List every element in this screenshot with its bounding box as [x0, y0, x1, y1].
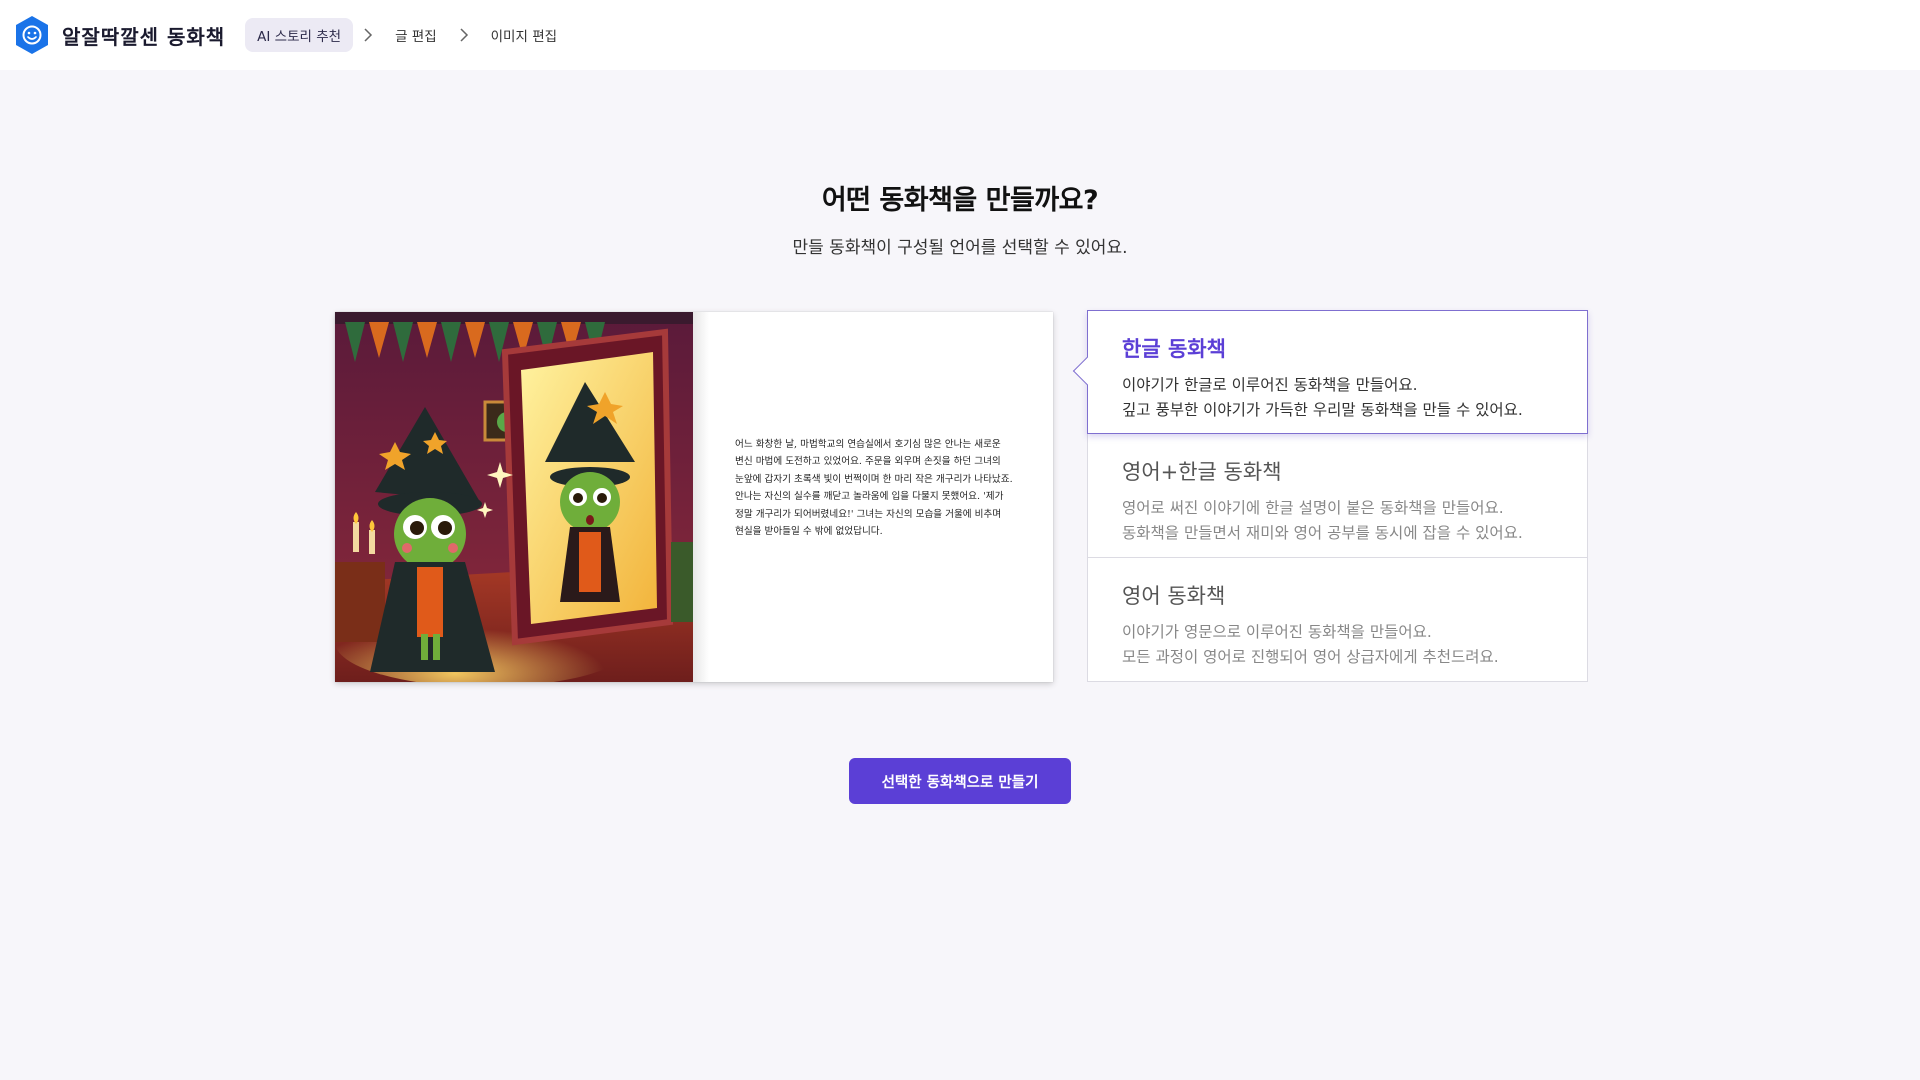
preview-text-page: 어느 화창한 날, 마법학교의 연습실에서 호기심 많은 안나는 새로운 변신 … [693, 312, 1053, 682]
book-preview: 어느 화창한 날, 마법학교의 연습실에서 호기심 많은 안나는 새로운 변신 … [335, 312, 1053, 682]
language-options: 한글 동화책 이야기가 한글로 이루어진 동화책을 만들어요. 깊고 풍부한 이… [1072, 310, 1588, 682]
option-korean-book[interactable]: 한글 동화책 이야기가 한글로 이루어진 동화책을 만들어요. 깊고 풍부한 이… [1072, 310, 1588, 434]
option-title: 영어 동화책 [1122, 584, 1226, 608]
frog-witch-mirror-illustration [335, 312, 693, 682]
chevron-right-icon [353, 25, 383, 45]
top-header: 알잘딱깔센 동화책 AI 스토리 추천 글 편집 이미지 편집 [0, 0, 1920, 70]
app-name: 알잘딱깔센 동화책 [62, 24, 226, 49]
option-desc-line: 모든 과정이 영어로 진행되어 영어 상급자에게 추천드려요. [1122, 648, 1499, 666]
option-desc-line: 동화책을 만들면서 재미와 영어 공부를 동시에 잡을 수 있어요. [1122, 524, 1523, 542]
app-logo[interactable]: 알잘딱깔센 동화책 [14, 15, 225, 55]
page-heading: 어떤 동화책을 만들까요? 만들 동화책이 구성될 언어를 선택할 수 있어요. [0, 178, 1920, 258]
breadcrumb-step-image-edit[interactable]: 이미지 편집 [479, 18, 569, 52]
option-description: 이야기가 한글로 이루어진 동화책을 만들어요. 깊고 풍부한 이야기가 가득한… [1122, 373, 1553, 423]
preview-story-text: 어느 화창한 날, 마법학교의 연습실에서 호기심 많은 안나는 새로운 변신 … [735, 439, 1013, 538]
option-english-book[interactable]: 영어 동화책 이야기가 영문으로 이루어진 동화책을 만들어요. 모든 과정이 … [1087, 558, 1588, 682]
option-desc-line: 영어로 써진 이야기에 한글 설명이 붙은 동화책을 만들어요. [1122, 499, 1504, 517]
option-desc-line: 깊고 풍부한 이야기가 가득한 우리말 동화책을 만들 수 있어요. [1122, 401, 1523, 419]
option-desc-line: 이야기가 한글로 이루어진 동화책을 만들어요. [1122, 376, 1418, 394]
chevron-right-icon [449, 25, 479, 45]
breadcrumb-step-text-edit[interactable]: 글 편집 [383, 18, 449, 52]
selection-pointer-icon [1072, 356, 1102, 386]
page-title: 어떤 동화책을 만들까요? [821, 185, 1099, 216]
breadcrumb: AI 스토리 추천 글 편집 이미지 편집 [245, 18, 569, 52]
option-title: 한글 동화책 [1122, 337, 1226, 361]
option-description: 영어로 써진 이야기에 한글 설명이 붙은 동화책을 만들어요. 동화책을 만들… [1122, 496, 1553, 546]
smiley-hexagon-icon [16, 16, 48, 54]
breadcrumb-step-ai-story[interactable]: AI 스토리 추천 [245, 18, 354, 52]
option-english-korean-book[interactable]: 영어+한글 동화책 영어로 써진 이야기에 한글 설명이 붙은 동화책을 만들어… [1087, 434, 1588, 558]
create-book-button[interactable]: 선택한 동화책으로 만들기 [849, 758, 1071, 804]
page-subtitle: 만들 동화책이 구성될 언어를 선택할 수 있어요. [792, 238, 1128, 258]
option-description: 이야기가 영문으로 이루어진 동화책을 만들어요. 모든 과정이 영어로 진행되… [1122, 620, 1553, 670]
option-desc-line: 이야기가 영문으로 이루어진 동화책을 만들어요. [1122, 623, 1432, 641]
option-title: 영어+한글 동화책 [1122, 460, 1282, 484]
